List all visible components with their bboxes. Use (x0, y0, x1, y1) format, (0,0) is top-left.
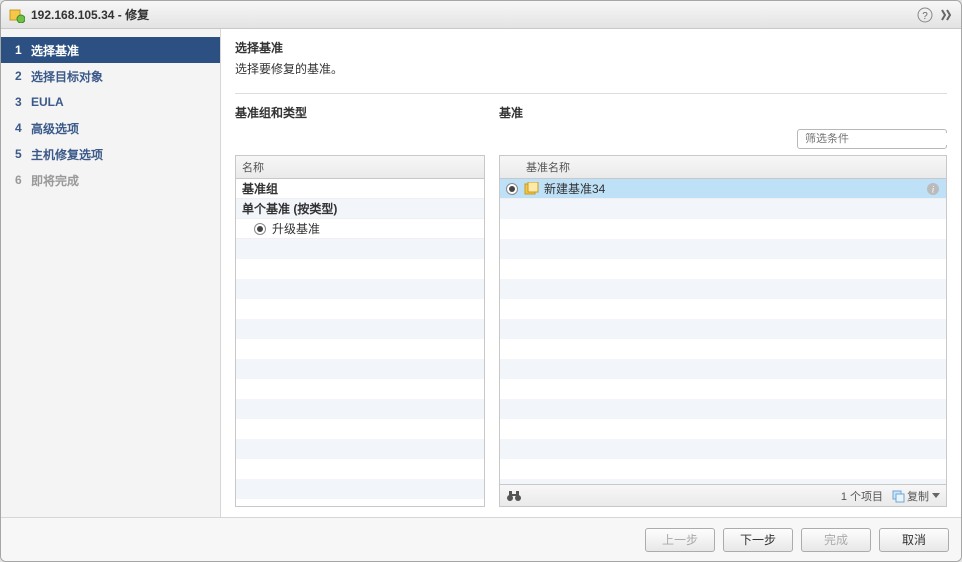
baseline-group-row[interactable]: 基准组 (236, 179, 484, 199)
radio-col (506, 159, 526, 175)
wizard-sidebar: 1 选择基准 2 选择目标对象 3 EULA 4 高级选项 5 主机修复选项 6… (1, 29, 221, 517)
grid-header: 名称 (236, 156, 484, 179)
row-label: 单个基准 (按类型) (242, 200, 337, 217)
wizard-step-4[interactable]: 4 高级选项 (1, 115, 220, 141)
step-num: 2 (15, 69, 31, 83)
filter-input-wrapper[interactable] (797, 129, 947, 149)
row-label: 基准组 (242, 180, 278, 197)
copy-icon (891, 489, 905, 503)
step-label: 选择基准 (31, 42, 79, 59)
panels: 基准组和类型 名称 基准组 单个基准 (按类型) (235, 104, 947, 507)
spacer (235, 507, 947, 517)
spacer-row (235, 127, 485, 151)
finish-button: 完成 (801, 528, 871, 552)
item-count: 1 个项目 (841, 488, 883, 504)
filter-input[interactable] (805, 133, 947, 145)
step-label: EULA (31, 95, 64, 109)
step-num: 3 (15, 95, 31, 109)
wizard-step-5[interactable]: 5 主机修复选项 (1, 141, 220, 167)
baseline-name: 新建基准34 (544, 180, 605, 197)
step-label: 选择目标对象 (31, 68, 103, 85)
grid-body: 基准组 单个基准 (按类型) 升级基准 (236, 179, 484, 506)
next-button[interactable]: 下一步 (723, 528, 793, 552)
copy-label: 复制 (907, 488, 929, 504)
expand-icon[interactable] (939, 8, 953, 22)
step-num: 6 (15, 173, 31, 187)
baseline-grid: 基准名称 新建基准34 i 1 个项目 (499, 155, 947, 507)
remediate-dialog: 192.168.105.34 - 修复 ? 1 选择基准 2 选择目标对象 3 … (0, 0, 962, 562)
baseline-row[interactable]: 新建基准34 i (500, 179, 946, 199)
page-header: 选择基准 选择要修复的基准。 (235, 39, 947, 77)
baseline-type-panel: 基准组和类型 名称 基准组 单个基准 (按类型) (235, 104, 485, 507)
filter-row (499, 127, 947, 151)
find-icon[interactable] (506, 489, 522, 503)
grid-body: 新建基准34 i (500, 179, 946, 484)
baseline-panel: 基准 基准名称 (499, 104, 947, 507)
chevron-down-icon[interactable] (932, 493, 940, 498)
window-title: 192.168.105.34 - 修复 (31, 6, 917, 23)
svg-text:?: ? (922, 11, 928, 22)
copy-button[interactable]: 复制 (891, 488, 940, 504)
page-subtitle: 选择要修复的基准。 (235, 60, 947, 77)
step-num: 5 (15, 147, 31, 161)
step-label: 高级选项 (31, 120, 79, 137)
step-num: 1 (15, 43, 31, 57)
help-icon[interactable]: ? (917, 7, 933, 23)
wizard-step-2[interactable]: 2 选择目标对象 (1, 63, 220, 89)
info-icon[interactable]: i (926, 182, 940, 196)
wizard-step-3[interactable]: 3 EULA (1, 89, 220, 115)
page-title: 选择基准 (235, 39, 947, 56)
step-num: 4 (15, 121, 31, 135)
titlebar: 192.168.105.34 - 修复 ? (1, 1, 961, 29)
dialog-body: 1 选择基准 2 选择目标对象 3 EULA 4 高级选项 5 主机修复选项 6… (1, 29, 961, 517)
divider (235, 93, 947, 94)
cancel-button[interactable]: 取消 (879, 528, 949, 552)
individual-baseline-row[interactable]: 单个基准 (按类型) (236, 199, 484, 219)
step-label: 主机修复选项 (31, 146, 103, 163)
back-button: 上一步 (645, 528, 715, 552)
panel-title: 基准 (499, 104, 947, 121)
panel-title: 基准组和类型 (235, 104, 485, 121)
step-label: 即将完成 (31, 172, 79, 189)
col-name: 基准名称 (526, 159, 570, 175)
wizard-step-6: 6 即将完成 (1, 167, 220, 193)
content-area: 选择基准 选择要修复的基准。 基准组和类型 名称 基准组 (221, 29, 961, 517)
grid-footer: 1 个项目 复制 (500, 484, 946, 506)
button-bar: 上一步 下一步 完成 取消 (1, 517, 961, 561)
grid-header: 基准名称 (500, 156, 946, 179)
row-label: 升级基准 (272, 220, 320, 237)
radio-upgrade-baseline[interactable] (254, 223, 266, 235)
baseline-icon (524, 182, 540, 196)
app-icon (9, 7, 25, 23)
upgrade-baseline-row[interactable]: 升级基准 (236, 219, 484, 239)
baseline-type-grid: 名称 基准组 单个基准 (按类型) 升级基准 (235, 155, 485, 507)
radio-baseline[interactable] (506, 183, 518, 195)
wizard-step-1[interactable]: 1 选择基准 (1, 37, 220, 63)
